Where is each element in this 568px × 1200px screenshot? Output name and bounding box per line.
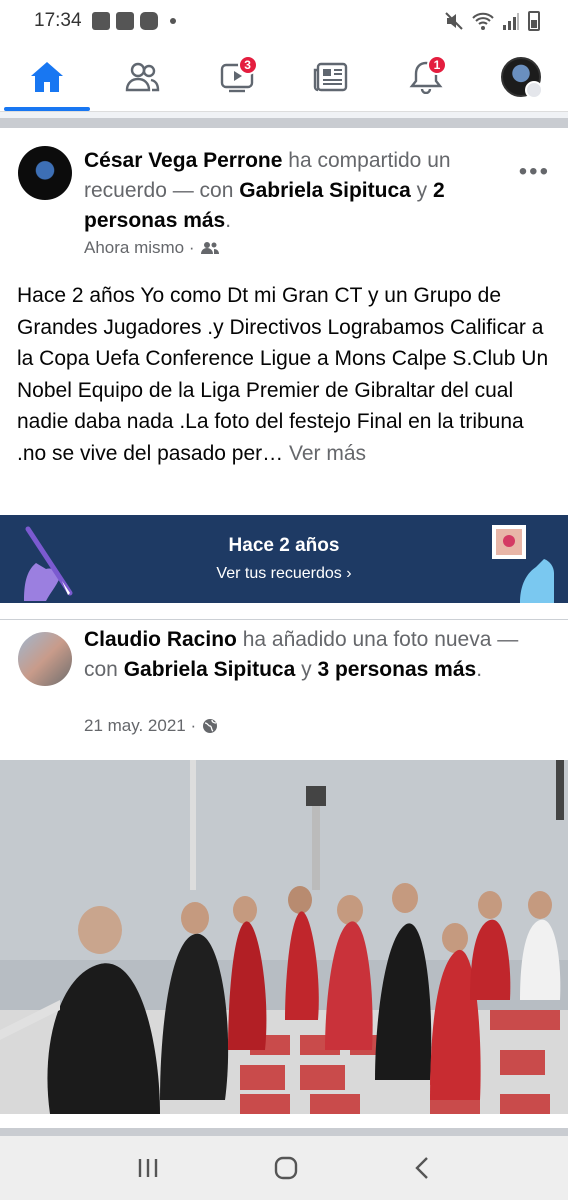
shared-tag-2[interactable]: 3 personas más [317,658,476,681]
status-right-icons [444,11,540,31]
shared-timestamp[interactable]: 21 may. 2021 · [84,716,218,736]
memory-link[interactable]: Ver tus recuerdos › [0,565,568,583]
notifications-badge: 1 [426,54,447,75]
signal-icon [503,13,519,30]
post-time-text: Ahora mismo · [84,238,195,257]
avatar [500,56,543,99]
nav-watch[interactable]: 3 [194,43,280,111]
shared-time-text: 21 may. 2021 · [84,716,197,735]
post-tail: . [225,209,232,232]
post-body: Hace 2 años Yo como Dt mi Gran CT y un G… [17,280,554,469]
shared-photo[interactable] [0,760,568,1114]
nav-home[interactable] [4,43,91,111]
wifi-icon [472,12,494,30]
post-connector: y [410,179,433,202]
memory-banner[interactable]: Hace 2 años Ver tus recuerdos › [0,515,568,603]
mail-icon [115,12,134,30]
nav-friends[interactable] [99,43,185,111]
post-more-options-icon[interactable]: ••• [519,158,550,186]
shared-tag-1[interactable]: Gabriela Sipituca [124,658,296,681]
facebook-icon [91,12,110,30]
home-icon[interactable] [273,1155,299,1181]
shared-connector: y [295,658,318,681]
status-bar: 17:34 [0,0,568,42]
feed-divider [0,118,568,128]
watch-badge: 3 [237,54,258,75]
post-author-name[interactable]: César Vega Perrone [84,149,282,172]
memory-title: Hace 2 años [228,535,340,556]
shared-tail: . [476,658,483,681]
home-icon [31,61,64,92]
post-timestamp[interactable]: Ahora mismo · [84,238,219,258]
battery-icon [528,11,540,31]
avatar-menu-icon [524,80,543,99]
nav-notifications[interactable]: 1 [383,43,469,111]
android-nav-bar [0,1136,568,1200]
recent-apps-icon[interactable] [136,1157,160,1179]
nav-menu[interactable] [478,43,564,111]
team-celebration-photo [0,760,568,1114]
news-icon [314,62,348,91]
see-more-link[interactable]: Ver más [283,442,366,465]
next-post-sliver [0,1128,568,1136]
status-time: 17:34 [34,10,82,31]
post-tag-1[interactable]: Gabriela Sipituca [239,179,411,202]
status-left-icons [91,12,176,30]
top-nav: 3 1 [0,42,568,112]
youtube-icon [139,12,158,30]
more-notifications-icon [169,18,176,24]
friends-audience-icon [200,242,219,254]
post-author-avatar[interactable] [18,146,72,200]
globe-icon [203,719,218,733]
mute-icon [445,12,463,30]
friends-icon [125,62,160,91]
post-header-text: César Vega Perrone ha compartido un recu… [84,146,508,236]
shared-author-avatar[interactable] [18,632,72,686]
shared-header-text: Claudio Racino ha añadido una foto nueva… [84,625,548,685]
post-body-text: Hace 2 años Yo como Dt mi Gran CT y un G… [17,284,549,465]
shared-post-card: Claudio Racino ha añadido una foto nueva… [0,619,568,1114]
nav-news[interactable] [288,43,374,111]
shared-author-name[interactable]: Claudio Racino [84,628,237,651]
back-icon[interactable] [412,1155,432,1181]
photo-hand-icon [492,525,554,603]
post-card: César Vega Perrone ha compartido un recu… [0,128,568,1128]
